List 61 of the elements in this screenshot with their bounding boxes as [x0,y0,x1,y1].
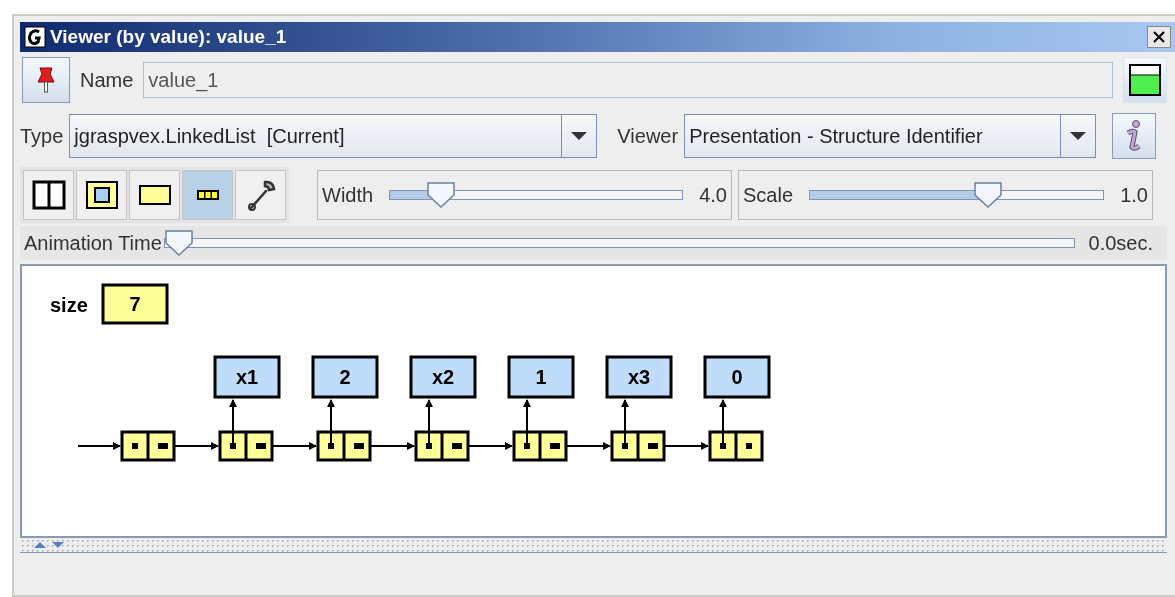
scale-value: 1.0 [1120,183,1148,207]
list-node [316,430,372,462]
scale-slider-thumb[interactable] [973,181,1004,209]
list-node [218,430,274,462]
window-title: Viewer (by value): value_1 [50,26,288,48]
view-mode-button[interactable] [182,170,233,220]
viewer-label: Viewer [617,124,679,148]
dropdown-arrow-icon[interactable] [1069,131,1088,141]
animation-slider-thumb[interactable] [163,229,194,257]
type-label: Type [20,124,64,148]
next-arrow [174,442,219,450]
data-arrow [719,399,727,445]
info-button[interactable] [1112,113,1157,159]
animation-time-slider[interactable] [163,229,1075,257]
view-mode-button[interactable] [76,170,127,220]
name-field[interactable]: value_1 [143,62,1113,98]
animation-time-label: Animation Time [24,231,162,255]
list-node [414,430,470,462]
dropdown-arrow-icon[interactable] [570,131,589,141]
scale-label: Scale [743,183,794,207]
list-node [512,430,568,462]
size-value-box: 7 [101,283,169,325]
value-box: 0 [703,355,771,399]
next-arrow [566,442,611,450]
pointer-arrow [77,442,121,450]
animation-time-value: 0.0sec. [1088,231,1153,255]
list-node [610,430,666,462]
width-label: Width [322,183,374,207]
next-arrow [272,442,317,450]
width-slider-thumb[interactable] [426,181,457,209]
value-box: 2 [311,355,379,399]
next-arrow [468,442,513,450]
split-view-icon[interactable] [31,180,66,210]
view-mode-button[interactable] [235,170,286,220]
value-box: x3 [605,355,673,399]
value-box: 1 [507,355,575,399]
nested-box-icon[interactable] [84,180,119,210]
data-arrow [621,399,629,445]
next-arrow [664,442,709,450]
app-logo-icon [24,26,46,48]
view-mode-button[interactable] [23,170,74,220]
value-box: x2 [409,355,477,399]
data-arrow [327,399,335,445]
name-label: Name [80,68,134,92]
size-label: size [50,294,88,316]
frame-button[interactable] [1123,57,1167,103]
width-value: 4.0 [699,183,727,207]
data-arrow [229,399,237,445]
list-node [120,430,176,462]
view-mode-button[interactable] [129,170,180,220]
close-icon[interactable] [1152,30,1166,44]
viewer-dropdown[interactable]: Presentation - Structure Identifier [684,114,1097,158]
data-arrow [425,399,433,445]
next-arrow [370,442,415,450]
pushpin-icon[interactable] [36,66,56,94]
type-dropdown[interactable]: jgraspvex.LinkedList [Current] [69,114,598,158]
data-arrow [523,399,531,445]
list-node [708,430,764,462]
pin-button[interactable] [22,57,70,103]
value-box: x1 [213,355,281,399]
close-button[interactable] [1147,26,1171,48]
